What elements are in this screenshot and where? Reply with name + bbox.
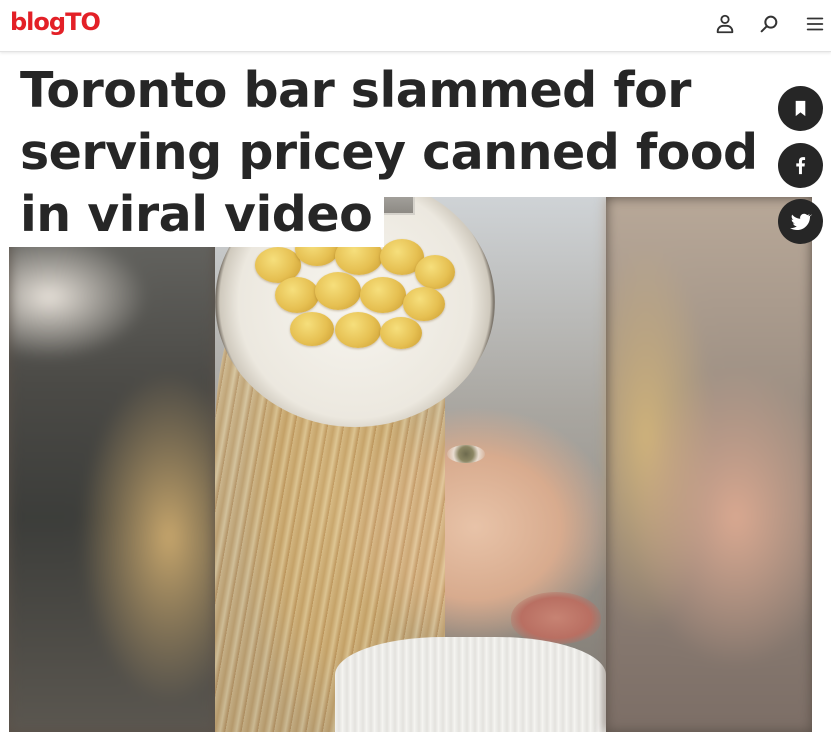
hero-image — [9, 197, 812, 732]
face-eye — [447, 445, 485, 463]
bookmark-icon — [795, 100, 806, 117]
menu-icon[interactable] — [804, 13, 826, 35]
twitter-share-button[interactable] — [778, 199, 823, 244]
site-header: blogTO — [0, 0, 831, 52]
facebook-icon — [796, 157, 806, 175]
page: blogTO Toronto bar slammed for serving p… — [0, 0, 831, 743]
white-sweater — [335, 637, 606, 732]
headline-text: Toronto bar slammed for serving pricey c… — [20, 60, 758, 247]
hero-blur-right — [606, 197, 812, 732]
article-headline: Toronto bar slammed for serving pricey c… — [20, 60, 760, 247]
facebook-share-button[interactable] — [778, 143, 823, 188]
user-icon[interactable] — [714, 13, 736, 35]
hero-video-frame — [215, 197, 606, 732]
twitter-icon — [789, 213, 812, 231]
bookmark-button[interactable] — [778, 86, 823, 131]
search-icon[interactable] — [758, 13, 780, 35]
face-lips — [511, 592, 601, 644]
site-logo[interactable]: blogTO — [10, 6, 101, 38]
hero-blur-left — [9, 197, 215, 732]
